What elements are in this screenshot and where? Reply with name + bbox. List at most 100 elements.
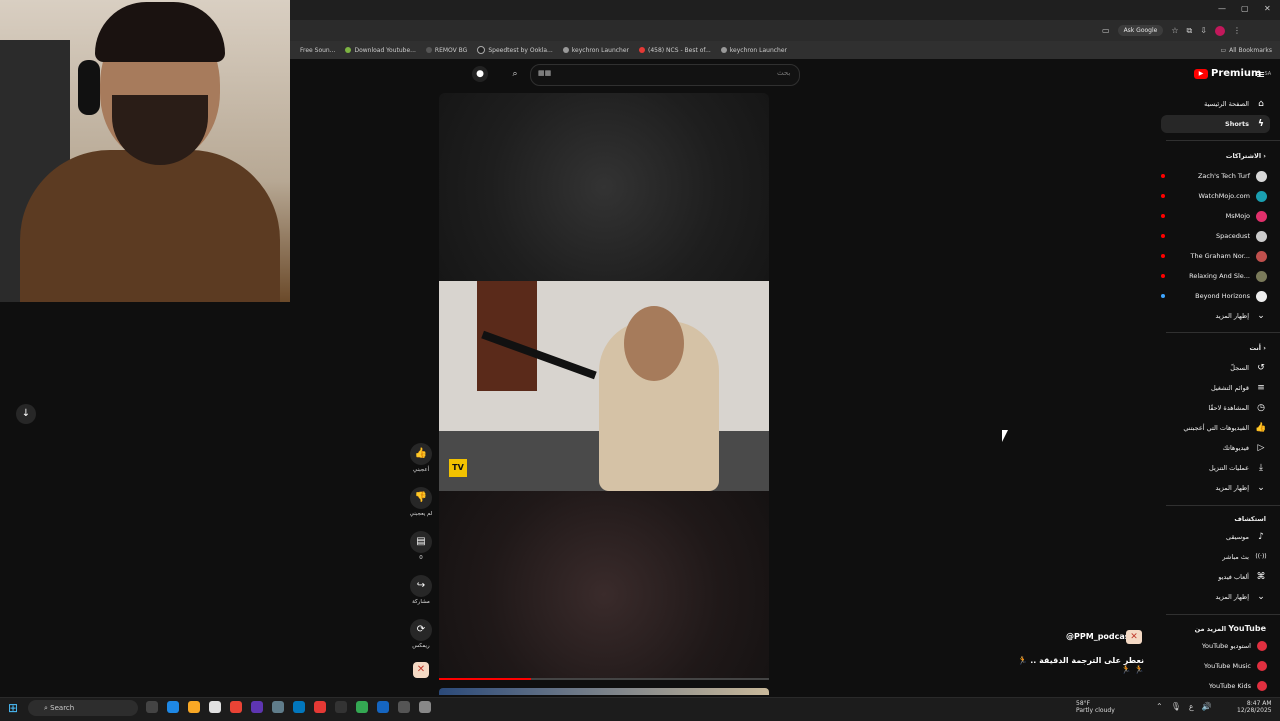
sidebar-item-downloads[interactable]: عمليات التنزيل ⤓ — [1161, 459, 1270, 477]
sidebar-item-history[interactable]: السجلّ ↺ — [1161, 359, 1270, 377]
bookmark-item[interactable]: Download Youtube... — [345, 47, 416, 54]
weather-widget[interactable]: 58°F Partly cloudy — [1076, 700, 1115, 714]
sidebar-item-live[interactable]: بث مباشر ((·)) — [1161, 548, 1270, 566]
app-icon[interactable] — [272, 701, 284, 713]
sidebar-item-shorts[interactable]: Shorts ϟ — [1161, 115, 1270, 133]
file-explorer-icon[interactable] — [188, 701, 200, 713]
sidebar-item-youtube-studio[interactable]: YouTube استوديو — [1161, 637, 1270, 655]
sidebar-subscription[interactable]: WatchMojo.com — [1161, 187, 1270, 205]
sidebar-item-music[interactable]: موسيقى ♪ — [1161, 528, 1270, 546]
cast-icon[interactable]: ▭ — [1102, 26, 1110, 35]
volume-icon[interactable]: 🔊 — [1202, 702, 1212, 711]
bookmark-item[interactable]: keychron Launcher — [720, 47, 787, 54]
comments-icon[interactable]: ▤ — [410, 531, 432, 553]
sidebar-item-liked-videos[interactable]: الفيديوهات التي أعجبتني 👍 — [1161, 419, 1270, 437]
downloads-icon[interactable]: ⇩ — [1200, 26, 1207, 35]
app-icon[interactable] — [251, 701, 263, 713]
extensions-icon[interactable]: ⧉ — [1187, 26, 1193, 36]
previous-short-preview[interactable] — [439, 93, 769, 281]
bookmark-star-icon[interactable]: ☆ — [1171, 26, 1178, 35]
search-input[interactable] — [530, 64, 800, 86]
channel-avatar — [1256, 290, 1267, 302]
sidebar-subscription[interactable]: Spacedust — [1161, 227, 1270, 245]
like-icon[interactable]: 👍 — [410, 443, 432, 465]
all-bookmarks-button[interactable]: ▭ All Bookmarks — [1220, 47, 1272, 54]
chevron-down-icon: ⌄ — [1257, 311, 1265, 321]
minimize-button[interactable]: — — [1218, 4, 1226, 13]
windows-start-icon[interactable]: ⊞ — [8, 701, 18, 715]
sidebar-subscription[interactable]: Zach's Tech Turf — [1161, 167, 1270, 185]
chrome-icon[interactable] — [230, 701, 242, 713]
settings-icon[interactable] — [419, 701, 431, 713]
sidebar-subscription[interactable]: Beyond Horizons — [1161, 287, 1270, 305]
download-icon: ⤓ — [1259, 463, 1263, 473]
chrome-icon[interactable] — [356, 701, 368, 713]
subscriptions-heading[interactable]: الاشتراكات › — [1226, 152, 1266, 160]
task-view-icon[interactable] — [146, 701, 158, 713]
dislike-action[interactable]: 👎 لم يعجبني — [408, 487, 434, 517]
webcam-person-robe — [20, 150, 280, 302]
taskbar-clock[interactable]: 8:47 AM 12/28/2025 — [1237, 700, 1272, 714]
edge-icon[interactable] — [167, 701, 179, 713]
sidebar-item-youtube-music[interactable]: YouTube Music — [1161, 657, 1270, 675]
menu-hamburger-icon[interactable]: ≡ — [1256, 68, 1265, 81]
ask-google-button[interactable]: Ask Google — [1117, 25, 1164, 36]
sidebar-item-home[interactable]: الصفحة الرئيسية ⌂ — [1161, 95, 1270, 113]
next-short-preview[interactable] — [439, 491, 769, 679]
microphone-icon[interactable]: ● — [472, 66, 488, 82]
sound-avatar[interactable]: ✕ — [413, 662, 429, 678]
sidebar-item-label: الصفحة الرئيسية — [1204, 100, 1249, 108]
next-short-peek[interactable] — [439, 688, 769, 695]
steam-icon[interactable] — [377, 701, 389, 713]
live-dot-icon — [1161, 174, 1165, 178]
channel-avatar — [1256, 210, 1267, 222]
you-heading[interactable]: أنت › — [1249, 344, 1266, 352]
bookmark-item[interactable]: Speedtest by Ookla... — [477, 46, 553, 54]
bookmark-item[interactable]: REMOV BG — [425, 47, 467, 54]
store-icon[interactable] — [209, 701, 221, 713]
sidebar-item-youtube-kids[interactable]: YouTube Kids — [1161, 677, 1270, 695]
maximize-button[interactable]: ▢ — [1241, 4, 1249, 13]
bookmark-item[interactable]: Free Soun... — [300, 47, 335, 54]
app-icon[interactable] — [335, 701, 347, 713]
brave-icon[interactable] — [314, 701, 326, 713]
history-icon: ↺ — [1257, 363, 1265, 373]
live-dot-icon — [1161, 234, 1165, 238]
sidebar-subscription[interactable]: Relaxing And Sle... — [1161, 267, 1270, 285]
bookmark-item[interactable]: (458) NCS - Best of... — [639, 47, 711, 54]
sidebar-item-gaming[interactable]: ألعاب فيديو ⌘ — [1161, 568, 1270, 586]
sidebar-subscription[interactable]: The Graham Nor... — [1161, 247, 1270, 265]
mic-icon[interactable]: 🎙 — [1171, 702, 1181, 711]
bookmark-item[interactable]: keychron Launcher — [562, 47, 629, 54]
channel-avatar[interactable]: ✕ — [1126, 630, 1142, 644]
menu-kebab-icon[interactable]: ⋮ — [1233, 26, 1241, 35]
explore-heading: استكشاف — [1234, 515, 1266, 523]
chevron-up-icon[interactable]: ⌃ — [1156, 702, 1163, 711]
app-icon[interactable] — [398, 701, 410, 713]
short-video-player[interactable]: TV — [439, 281, 769, 491]
sidebar-subscription[interactable]: MsMojo — [1161, 207, 1270, 225]
like-action[interactable]: 👍 أعجبني — [408, 443, 434, 473]
profile-avatar[interactable] — [1214, 25, 1225, 36]
dislike-icon[interactable]: 👎 — [410, 487, 432, 509]
scroll-down-button[interactable]: ↓ — [16, 404, 36, 424]
show-more-explore[interactable]: إظهار المزيد ⌄ — [1161, 588, 1270, 606]
search-icon[interactable]: ⌕ — [506, 66, 524, 82]
taskbar-search[interactable]: ⌕ Search — [28, 700, 138, 716]
sidebar-item-playlists[interactable]: قوائم التشغيل ≡ — [1161, 379, 1270, 397]
channel-handle[interactable]: @PPM_podcast — [1066, 632, 1133, 641]
share-action[interactable]: ↪ مشاركة — [408, 575, 434, 605]
close-window-button[interactable]: ✕ — [1264, 4, 1271, 13]
language-indicator[interactable]: ع — [1189, 702, 1194, 711]
sidebar-item-watch-later[interactable]: المشاهدة لاحقًا ◷ — [1161, 399, 1270, 417]
app-icon[interactable] — [293, 701, 305, 713]
show-more-subscriptions[interactable]: إظهار المزيد ⌄ — [1161, 307, 1270, 325]
share-icon[interactable]: ↪ — [410, 575, 432, 597]
remix-label: ريمكس — [412, 643, 430, 649]
sidebar-item-your-videos[interactable]: فيديوهاتك ▷ — [1161, 439, 1270, 457]
remix-action[interactable]: ⟳ ريمكس — [408, 619, 434, 649]
show-more-you[interactable]: إظهار المزيد ⌄ — [1161, 479, 1270, 497]
music-icon: ♪ — [1258, 532, 1264, 542]
comments-action[interactable]: ▤ 0 — [408, 531, 434, 561]
remix-icon[interactable]: ⟳ — [410, 619, 432, 641]
